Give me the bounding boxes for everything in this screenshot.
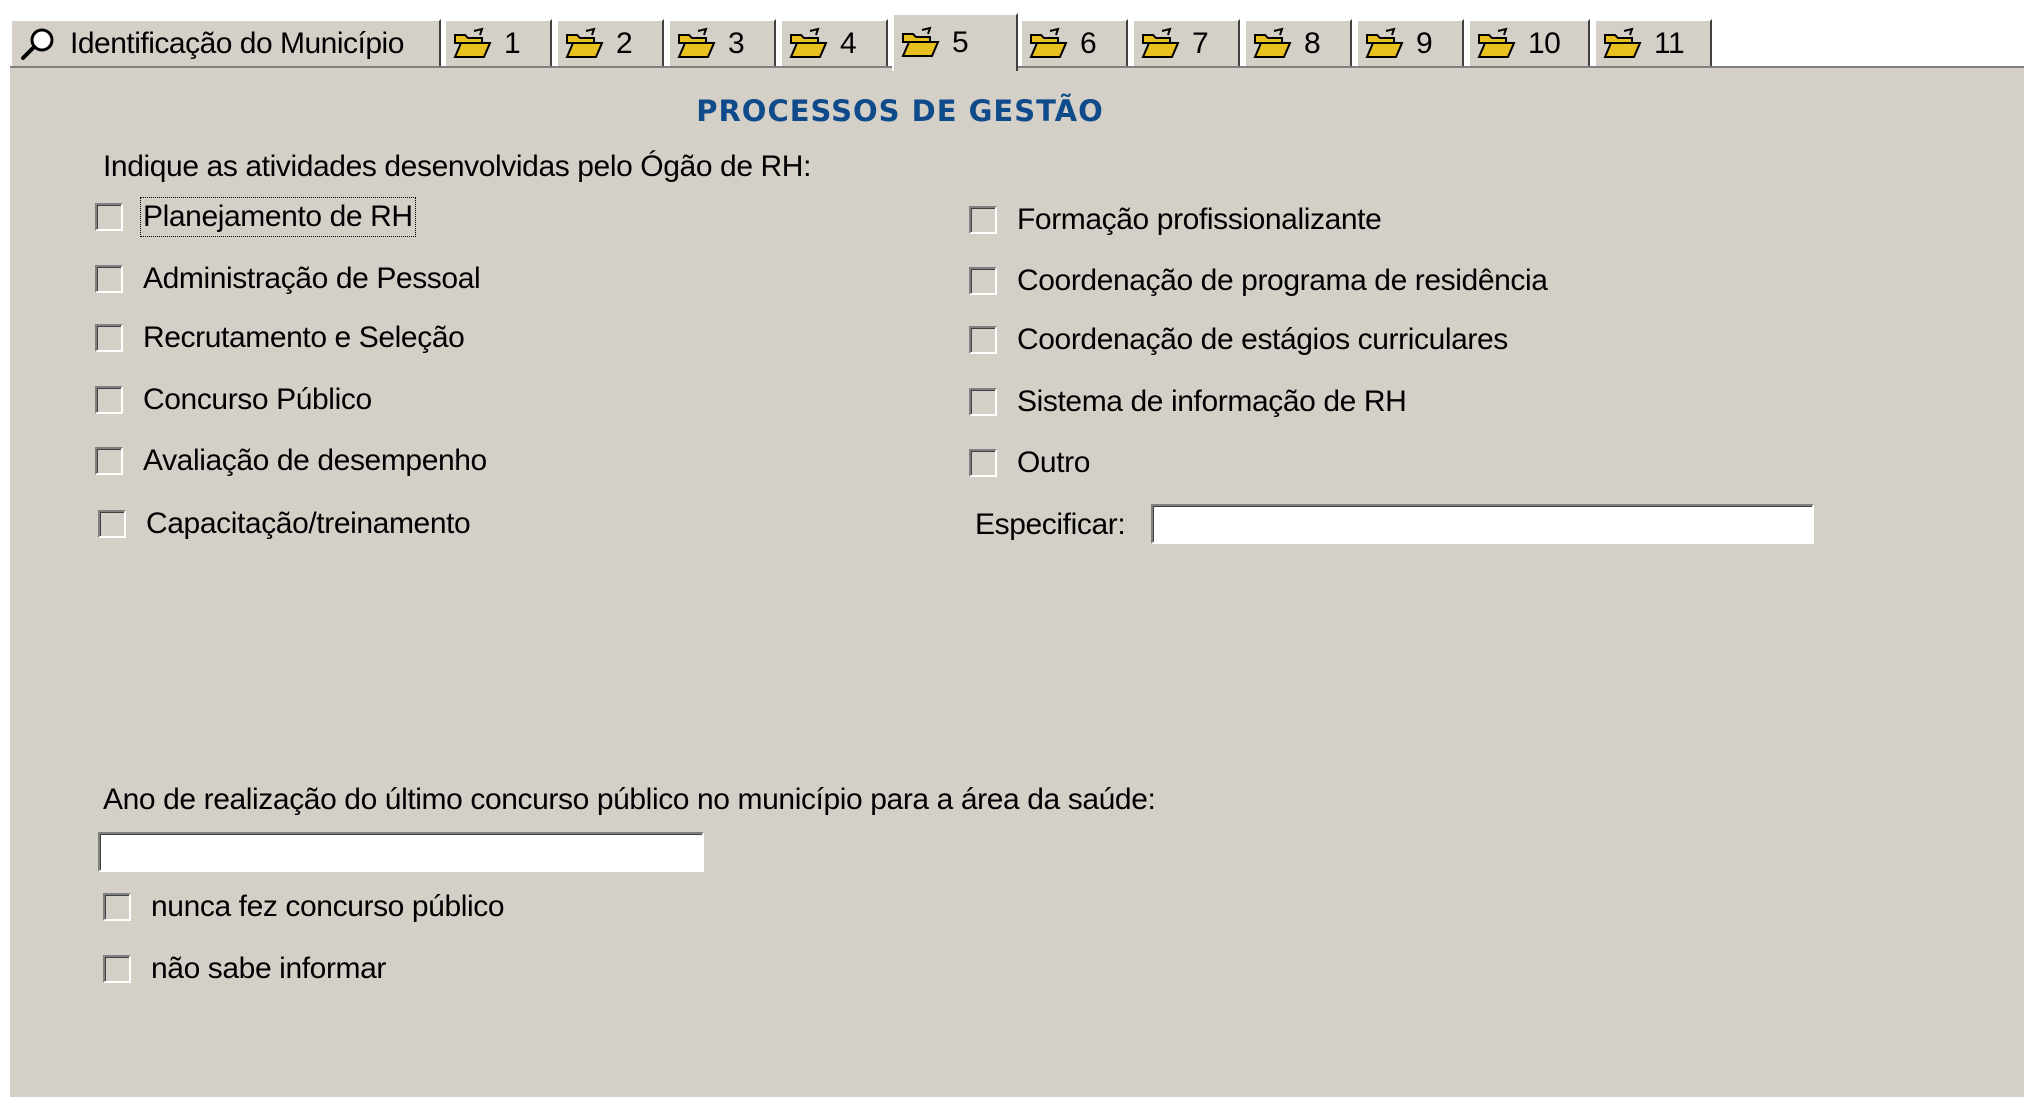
tab-label: 9 [1416, 26, 1433, 60]
instruction-text: Indique as atividades desenvolvidas pelo… [103, 150, 812, 183]
checkbox-residencia[interactable] [969, 267, 997, 295]
search-icon [18, 27, 58, 61]
tab-label: 2 [616, 26, 633, 60]
tab-strip: Identificação do Município 1 2 3 4 5 6 7… [10, 13, 2024, 71]
tab-label: 5 [952, 26, 969, 59]
checkbox-estagios[interactable] [969, 326, 997, 354]
section-title: PROCESSOS DE GESTÃO [696, 94, 1104, 128]
open-folder-icon [564, 27, 604, 61]
tab-3[interactable]: 3 [668, 19, 776, 66]
open-folder-icon [1602, 27, 1642, 61]
checkbox-label[interactable]: Administração de Pessoal [143, 262, 481, 296]
open-folder-icon [676, 27, 716, 61]
tab-label: 3 [728, 26, 745, 60]
checkbox-label[interactable]: Outro [1017, 446, 1090, 480]
specify-input[interactable] [1151, 504, 1814, 544]
checkbox-label[interactable]: Coordenação de estágios curriculares [1017, 323, 1508, 357]
checkbox-avaliacao[interactable] [95, 447, 123, 475]
checkbox-unknown[interactable] [103, 955, 131, 983]
contest-year-input[interactable] [98, 832, 704, 872]
tab-6[interactable]: 6 [1020, 19, 1128, 66]
checkbox-label[interactable]: nunca fez concurso público [151, 890, 505, 924]
open-folder-icon [1252, 27, 1292, 61]
tab-7[interactable]: 7 [1132, 19, 1240, 66]
open-folder-icon [1028, 27, 1068, 61]
tab-2[interactable]: 2 [556, 19, 664, 66]
tab-label: 8 [1304, 26, 1321, 60]
checkbox-planejamento[interactable] [95, 203, 123, 231]
tab-identificacao[interactable]: Identificação do Município [10, 19, 441, 66]
checkbox-recrutamento[interactable] [95, 324, 123, 352]
checkbox-concurso[interactable] [95, 386, 123, 414]
tab-label: 11 [1654, 26, 1685, 60]
open-folder-icon [1476, 27, 1516, 61]
checkbox-label[interactable]: Sistema de informação de RH [1017, 385, 1407, 419]
checkbox-capacitacao[interactable] [98, 510, 126, 538]
open-folder-icon [1140, 27, 1180, 61]
open-folder-icon [900, 26, 940, 60]
checkbox-outro[interactable] [969, 449, 997, 477]
tab-11[interactable]: 11 [1594, 19, 1712, 66]
specify-label: Especificar: [975, 508, 1126, 541]
form-panel: PROCESSOS DE GESTÃO Indique as atividade… [10, 68, 2024, 1097]
application-window: Identificação do Município 1 2 3 4 5 6 7… [0, 0, 2024, 1097]
tab-label: 4 [840, 26, 857, 60]
checkbox-administracao[interactable] [95, 265, 123, 293]
contest-question: Ano de realização do último concurso púb… [103, 783, 1156, 816]
checkbox-sistema-informacao[interactable] [969, 388, 997, 416]
tab-8[interactable]: 8 [1244, 19, 1352, 66]
checkbox-never-contest[interactable] [103, 893, 131, 921]
tab-5[interactable]: 5 [892, 13, 1018, 71]
open-folder-icon [1364, 27, 1404, 61]
tab-4[interactable]: 4 [780, 19, 888, 66]
tab-10[interactable]: 10 [1468, 19, 1590, 66]
checkbox-label[interactable]: Formação profissionalizante [1017, 203, 1382, 237]
tab-9[interactable]: 9 [1356, 19, 1464, 66]
open-folder-icon [788, 27, 828, 61]
tab-label: 6 [1080, 26, 1097, 60]
tab-label: 10 [1528, 26, 1561, 60]
checkbox-label[interactable]: Coordenação de programa de residência [1017, 264, 1548, 298]
checkbox-label[interactable]: Concurso Público [143, 383, 372, 417]
tab-label: Identificação do Município [70, 26, 404, 60]
checkbox-label[interactable]: Capacitação/treinamento [146, 507, 471, 541]
checkbox-label[interactable]: não sabe informar [151, 952, 386, 986]
checkbox-label[interactable]: Avaliação de desempenho [143, 444, 487, 478]
open-folder-icon [452, 27, 492, 61]
checkbox-label[interactable]: Recrutamento e Seleção [143, 321, 465, 355]
tab-label: 1 [504, 26, 521, 60]
tab-label: 7 [1192, 26, 1209, 60]
checkbox-formacao[interactable] [969, 206, 997, 234]
checkbox-label[interactable]: Planejamento de RH [140, 197, 416, 237]
tab-1[interactable]: 1 [444, 19, 552, 66]
